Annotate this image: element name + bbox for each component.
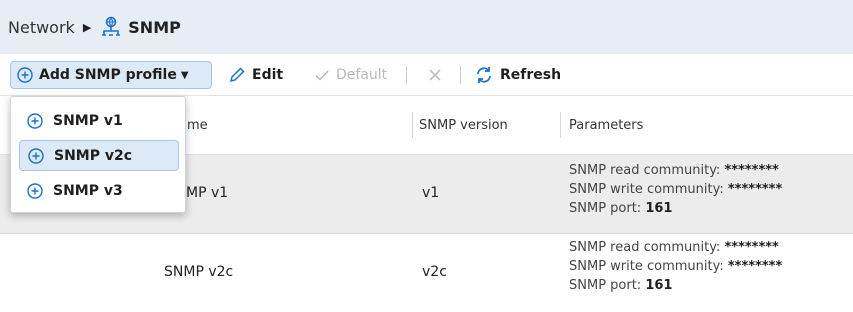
profile-name: SNMP v2c [164,264,234,280]
caret-down-icon: ▼ [180,69,189,81]
page-title: SNMP [128,17,181,37]
read-community-value: ******** [724,240,779,255]
edit-label: Edit [252,67,284,83]
refresh-label: Refresh [500,67,562,83]
port-label: SNMP port: [569,278,642,293]
default-label: Default [336,67,388,83]
breadcrumb-network[interactable]: Network [8,18,75,37]
menu-item-snmp-v3[interactable]: SNMP v3 [19,175,179,206]
read-community-label: SNMP read community: [569,240,721,255]
write-community-value: ******** [727,259,783,274]
profile-name: MP v1 [186,185,229,201]
menu-item-label: SNMP v1 [53,112,123,129]
menu-item-snmp-v2c[interactable]: SNMP v2c [19,140,179,171]
check-icon [314,67,330,83]
refresh-button[interactable]: Refresh [474,61,561,89]
table-row[interactable]: SNMP v2c v2c SNMP read community: ******… [0,234,853,312]
add-snmp-profile-label: Add SNMP profile [39,67,177,83]
toolbar-divider [406,66,407,84]
menu-item-label: SNMP v3 [53,182,123,199]
default-button[interactable]: Default [314,61,387,89]
plus-circle-icon [28,147,44,164]
read-community-label: SNMP read community: [569,163,721,178]
toolbar: Add SNMP profile ▼ Edit Default Refresh [0,54,853,96]
write-community-label: SNMP write community: [569,182,724,197]
snmp-version: v2c [422,264,447,280]
column-header-parameters[interactable]: Parameters [563,96,643,154]
column-header-snmp-version[interactable]: SNMP version [413,96,508,154]
read-community-value: ******** [724,163,779,178]
refresh-icon [474,65,494,85]
menu-item-label: SNMP v2c [54,147,133,164]
menu-item-snmp-v1[interactable]: SNMP v1 [19,105,179,136]
write-community-label: SNMP write community: [569,259,724,274]
column-divider[interactable] [560,112,561,138]
toolbar-divider [460,66,461,84]
port-value: 161 [645,278,673,293]
delete-button[interactable] [428,61,448,89]
port-label: SNMP port: [569,201,642,216]
plus-circle-icon [27,182,43,199]
plus-circle-icon [27,112,43,129]
parameters-cell: SNMP read community: ******** SNMP write… [569,238,782,295]
plus-circle-icon [17,67,33,83]
add-snmp-profile-menu: SNMP v1 SNMP v2c SNMP v3 [10,96,186,213]
port-value: 161 [645,201,673,216]
snmp-version: v1 [422,185,440,201]
breadcrumb: Network ▶ SNMP [0,0,853,54]
pencil-icon [228,66,246,84]
snmp-network-icon [99,15,123,39]
caret-right-icon: ▶ [82,20,92,34]
write-community-value: ******** [727,182,783,197]
close-icon [428,68,442,82]
add-snmp-profile-button[interactable]: Add SNMP profile ▼ [10,61,212,89]
parameters-cell: SNMP read community: ******** SNMP write… [569,161,782,218]
edit-button[interactable]: Edit [228,61,283,89]
